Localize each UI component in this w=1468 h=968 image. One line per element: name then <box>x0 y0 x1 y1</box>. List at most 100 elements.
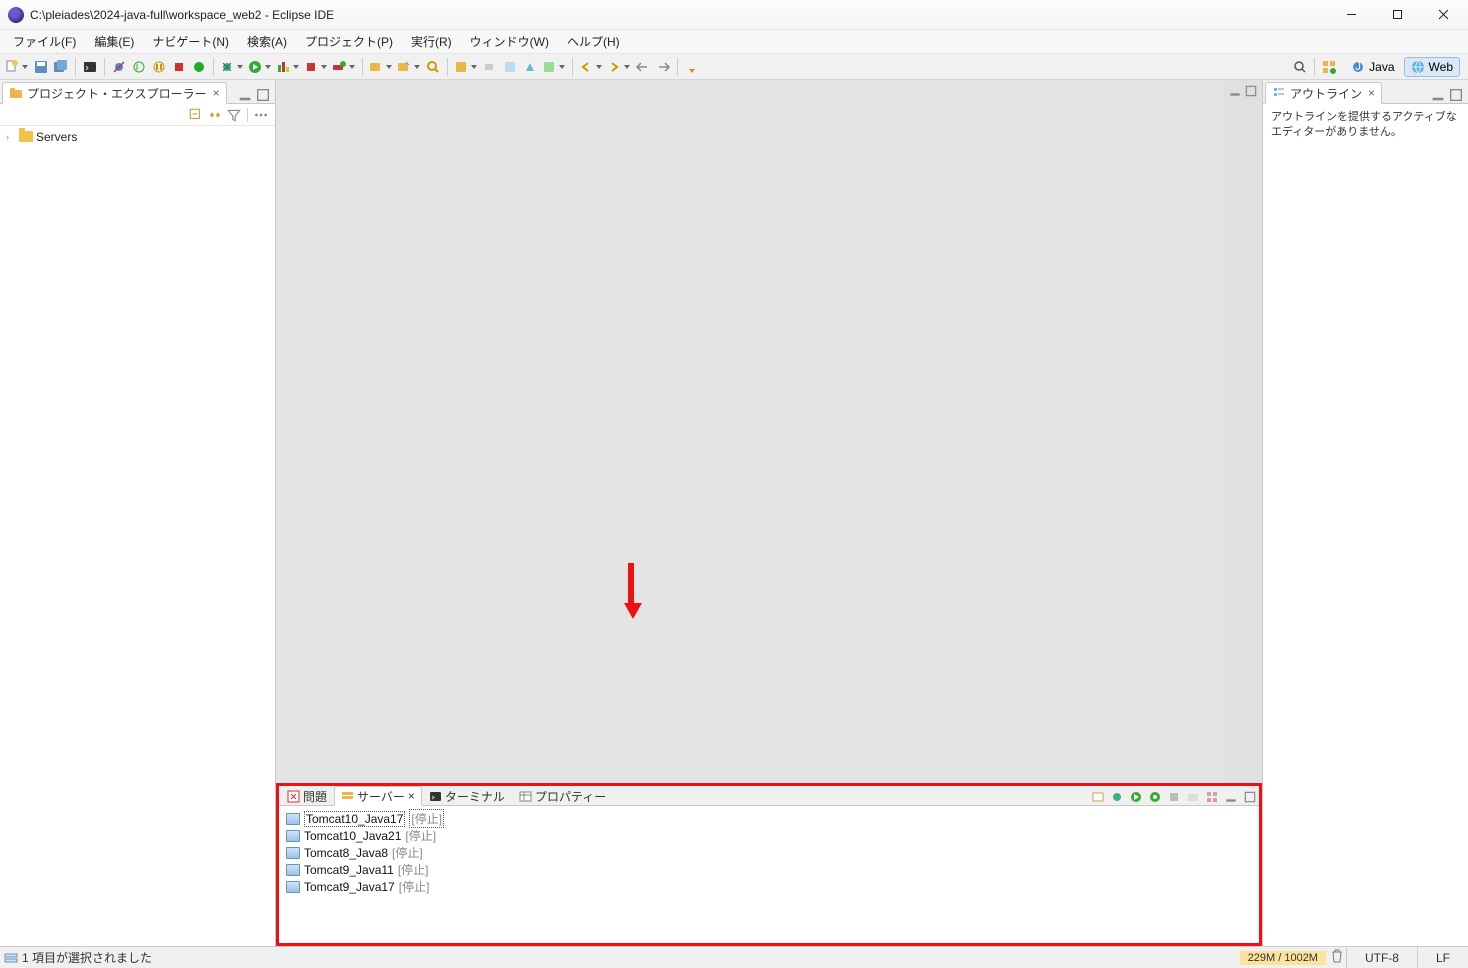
server-name: Tomcat9_Java17 <box>304 880 395 894</box>
heap-status[interactable]: 229M / 1002M <box>1240 951 1326 965</box>
perspective-java-label: Java <box>1369 60 1394 74</box>
action-button[interactable] <box>521 58 539 76</box>
history-forward-button[interactable] <box>654 58 672 76</box>
maximize-button[interactable] <box>1374 0 1420 30</box>
minimize-button[interactable] <box>1328 0 1374 30</box>
menu-help[interactable]: ヘルプ(H) <box>558 30 629 53</box>
step-button[interactable] <box>501 58 519 76</box>
pin-editor-button[interactable] <box>683 58 701 76</box>
server-status-icon <box>4 951 18 965</box>
tab-servers-label: サーバー <box>357 788 405 805</box>
eclipse-icon <box>8 7 24 23</box>
tree-item-servers[interactable]: › Servers <box>0 128 275 145</box>
back-dropdown[interactable] <box>578 58 604 76</box>
perspective-web[interactable]: Web <box>1404 57 1460 77</box>
debug-dropdown[interactable] <box>219 58 245 76</box>
terminal-button[interactable] <box>81 58 99 76</box>
skip-breakpoints-button[interactable] <box>110 58 128 76</box>
minimize-bottom-button[interactable] <box>1223 789 1239 805</box>
collapse-all-button[interactable] <box>188 107 204 123</box>
close-icon[interactable]: × <box>408 789 415 803</box>
save-button[interactable] <box>32 58 50 76</box>
close-icon[interactable]: × <box>1368 86 1375 100</box>
stop-extra-button[interactable] <box>190 58 208 76</box>
tab-servers[interactable]: サーバー × <box>334 786 422 806</box>
status-line-ending[interactable]: LF <box>1417 947 1468 968</box>
project-explorer-view: プロジェクト・エクスプローラー × › Servers <box>0 80 276 946</box>
run-dropdown[interactable] <box>247 58 273 76</box>
minimize-editor-button[interactable] <box>1228 84 1242 101</box>
annotation-prev-dropdown[interactable] <box>453 58 479 76</box>
history-back-button[interactable] <box>634 58 652 76</box>
server-row[interactable]: Tomcat10_Java17 [停止] <box>286 810 1252 827</box>
server-name: Tomcat10_Java17 <box>304 811 405 827</box>
status-bar: 1 項目が選択されました 229M / 1002M UTF-8 LF <box>0 946 1468 968</box>
outline-tab[interactable]: アウトライン × <box>1265 82 1382 104</box>
project-tree[interactable]: › Servers <box>0 126 275 946</box>
status-encoding[interactable]: UTF-8 <box>1346 947 1417 968</box>
external-tools-dropdown[interactable] <box>331 58 357 76</box>
tab-problems[interactable]: 問題 <box>280 786 334 806</box>
perspective-web-label: Web <box>1429 60 1453 74</box>
forward-dropdown[interactable] <box>606 58 632 76</box>
new-server-dropdown[interactable] <box>368 58 394 76</box>
save-all-button[interactable] <box>52 58 70 76</box>
menu-run[interactable]: 実行(R) <box>402 30 461 53</box>
tab-properties[interactable]: プロパティー <box>512 786 613 806</box>
menu-edit[interactable]: 編集(E) <box>85 30 143 53</box>
server-icon <box>286 881 300 893</box>
clean-server-button[interactable] <box>1204 789 1220 805</box>
new-project-dropdown[interactable] <box>396 58 422 76</box>
tab-terminal-label: ターミナル <box>445 788 505 805</box>
expand-icon[interactable]: › <box>6 132 16 142</box>
outline-title: アウトライン <box>1290 85 1362 102</box>
server-row[interactable]: Tomcat9_Java11 [停止] <box>286 861 1252 878</box>
server-icon <box>286 813 300 825</box>
action-dropdown[interactable] <box>541 58 567 76</box>
pin-button[interactable] <box>481 58 499 76</box>
minimize-view-button[interactable] <box>237 87 253 103</box>
filter-button[interactable] <box>226 107 242 123</box>
menu-search[interactable]: 検索(A) <box>238 30 296 53</box>
server-row[interactable]: Tomcat10_Java21 [停止] <box>286 827 1252 844</box>
minimize-outline-button[interactable] <box>1430 87 1446 103</box>
menu-project[interactable]: プロジェクト(P) <box>296 30 402 53</box>
server-row[interactable]: Tomcat8_Java8 [停止] <box>286 844 1252 861</box>
new-button[interactable] <box>4 58 30 76</box>
stop-server-button[interactable] <box>1166 789 1182 805</box>
view-menu-button[interactable] <box>253 107 269 123</box>
gc-button[interactable] <box>1328 949 1346 966</box>
profile-server-button[interactable] <box>1147 789 1163 805</box>
link-editor-button[interactable] <box>207 107 223 123</box>
server-name: Tomcat8_Java8 <box>304 846 388 860</box>
publish-server-button[interactable] <box>1185 789 1201 805</box>
resume-button[interactable] <box>130 58 148 76</box>
suspend-button[interactable] <box>150 58 168 76</box>
tab-terminal[interactable]: ターミナル <box>422 786 512 806</box>
close-button[interactable] <box>1420 0 1466 30</box>
open-perspective-button[interactable] <box>1320 58 1338 76</box>
servers-list[interactable]: Tomcat10_Java17 [停止]Tomcat10_Java21 [停止]… <box>276 806 1262 946</box>
server-row[interactable]: Tomcat9_Java17 [停止] <box>286 878 1252 895</box>
no-servers-button[interactable] <box>1090 789 1106 805</box>
coverage-dropdown[interactable] <box>275 58 301 76</box>
search-button[interactable] <box>424 58 442 76</box>
maximize-editor-button[interactable] <box>1244 84 1258 101</box>
quick-access-button[interactable] <box>1291 58 1309 76</box>
menu-window[interactable]: ウィンドウ(W) <box>461 30 558 53</box>
maximize-bottom-button[interactable] <box>1242 789 1258 805</box>
tab-properties-label: プロパティー <box>535 788 606 805</box>
menu-file[interactable]: ファイル(F) <box>4 30 85 53</box>
maximize-view-button[interactable] <box>255 87 271 103</box>
project-explorer-tab[interactable]: プロジェクト・エクスプローラー × <box>2 82 227 104</box>
title-bar: C:\pleiades\2024-java-full\workspace_web… <box>0 0 1468 30</box>
project-explorer-icon <box>9 86 23 100</box>
maximize-outline-button[interactable] <box>1448 87 1464 103</box>
menu-navigate[interactable]: ナビゲート(N) <box>143 30 238 53</box>
debug-server-button[interactable] <box>1109 789 1125 805</box>
start-server-button[interactable] <box>1128 789 1144 805</box>
close-icon[interactable]: × <box>213 86 220 100</box>
stop-button[interactable] <box>170 58 188 76</box>
run-last-dropdown[interactable] <box>303 58 329 76</box>
perspective-java[interactable]: J Java <box>1344 57 1401 77</box>
